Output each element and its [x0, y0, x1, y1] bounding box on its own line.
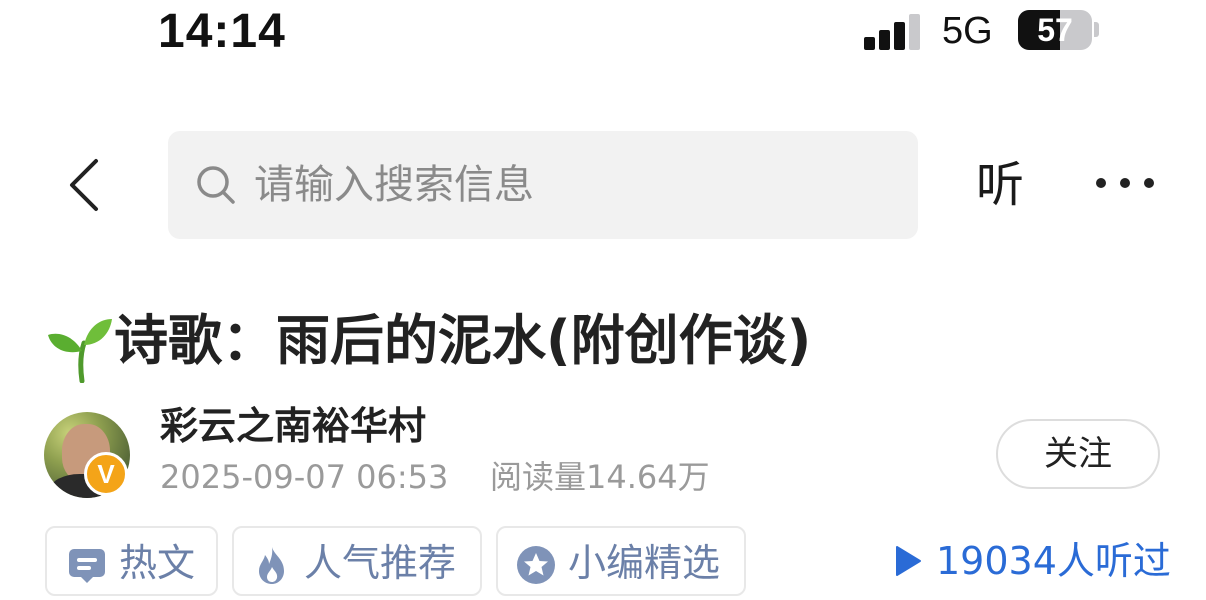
tag-label: 人气推荐 [304, 541, 457, 585]
battery-level: 57 [1037, 12, 1073, 48]
verified-badge-icon: V [84, 452, 128, 496]
publish-time: 2025-09-07 06:53 [160, 458, 449, 496]
article-screen: 14:14 5G 57 请输入搜索信息 听 诗歌：雨后的泥水(附创作谈) V 彩… [0, 0, 1206, 600]
tag-editor-pick[interactable]: 小编精选 [496, 526, 746, 596]
listen-button[interactable]: 听 [976, 156, 1024, 214]
chevron-left-icon [70, 159, 98, 211]
author-name[interactable]: 彩云之南裕华村 [160, 402, 426, 450]
star-badge-icon [517, 546, 555, 584]
battery-tip [1094, 22, 1099, 37]
tag-label: 小编精选 [568, 541, 721, 585]
article-title-text: 诗歌：雨后的泥水(附创作谈) [114, 309, 812, 372]
more-dots-icon[interactable] [1094, 178, 1160, 192]
listen-count[interactable]: 19034人听过 [936, 536, 1171, 586]
article-title: 诗歌：雨后的泥水(附创作谈) [44, 305, 812, 383]
tag-hot-article[interactable]: 热文 [45, 526, 218, 596]
network-type: 5G [942, 10, 993, 52]
tag-label: 热文 [119, 541, 196, 585]
tag-popular[interactable]: 人气推荐 [232, 526, 482, 596]
back-button[interactable] [62, 155, 112, 215]
fire-icon [259, 547, 284, 584]
status-bar: 14:14 5G 57 [0, 0, 1206, 64]
signal-icon [864, 12, 922, 50]
search-placeholder[interactable]: 请输入搜索信息 [254, 160, 534, 210]
article-icon [69, 549, 105, 583]
sprout-icon [48, 319, 112, 383]
read-count: 阅读量14.64万 [490, 458, 710, 496]
play-icon[interactable] [894, 544, 922, 578]
follow-button[interactable]: 关注 [996, 419, 1160, 489]
search-icon [197, 166, 235, 204]
status-time: 14:14 [158, 5, 286, 58]
battery-icon: 57 [1018, 10, 1092, 50]
